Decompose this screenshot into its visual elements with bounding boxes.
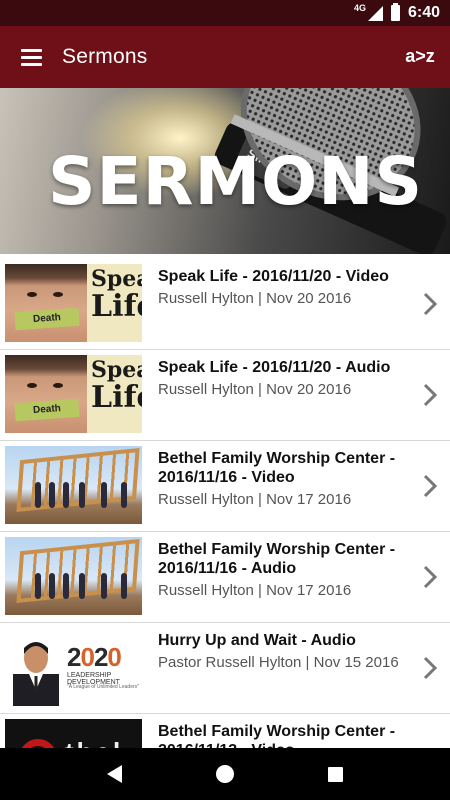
az-sort-icon: a>z [405,45,435,66]
sermon-title: Bethel Family Worship Center - 2016/11/1… [158,541,396,577]
thumbnail-text-speak: Speak [91,357,142,383]
sermon-subtitle: Russell Hylton | Nov 17 2016 [158,491,352,508]
sermon-subtitle: Russell Hylton | Nov 20 2016 [158,381,352,398]
sermon-title: Speak Life - 2016/11/20 - Audio [158,359,391,376]
sermon-thumbnail: Death Speak Life [5,264,142,342]
chevron-right-icon [423,292,438,316]
sermon-title: Speak Life - 2016/11/20 - Video [158,268,389,285]
chevron-right-icon [423,565,438,589]
sermon-thumbnail [5,446,142,524]
sermon-subtitle: Pastor Russell Hylton | Nov 15 2016 [158,654,399,671]
az-sort-button[interactable]: a>z [400,42,440,70]
list-item[interactable]: Death Speak Life Speak Life - 2016/11/20… [0,350,450,441]
sermon-thumbnail: Death Speak Life [5,355,142,433]
thumbnail-text-life: Life [91,289,142,324]
page-title: Sermons [62,45,148,68]
sermon-subtitle: Russell Hylton | Nov 20 2016 [158,290,352,307]
sermon-thumbnail: thel [5,719,142,748]
bethel-logo-icon [19,739,57,748]
clock: 6:40 [407,4,440,21]
thumbnail-text-speak: Speak [91,266,142,292]
nav-home-icon[interactable] [216,765,234,783]
chevron-right-icon [423,656,438,680]
pastor-photo [13,642,59,706]
status-bar: 4G 6:40 [0,0,450,26]
list-item[interactable]: Death Speak Life Speak Life - 2016/11/20… [0,259,450,350]
list-item[interactable]: thel Bethel Family Worship Center - 2016… [0,714,450,748]
hero-banner: SM58 SERMONS [0,88,450,254]
sermon-subtitle: Russell Hylton | Nov 17 2016 [158,582,352,599]
nav-back-icon[interactable] [107,765,122,783]
sermon-title: Bethel Family Worship Center - 2016/11/1… [158,450,396,486]
signal-icon [367,5,383,21]
sermon-title: Hurry Up and Wait - Audio [158,632,356,649]
nav-recents-icon[interactable] [328,766,343,782]
sermon-list: Death Speak Life Speak Life - 2016/11/20… [0,254,450,748]
leadership-logo: 2020 [67,642,122,672]
list-item[interactable]: 2020 LEADERSHIP DEVELOPMENT "A League of… [0,623,450,714]
sermon-title: Bethel Family Worship Center - 2016/11/1… [158,723,396,748]
battery-icon [390,3,400,21]
chevron-right-icon [423,383,438,407]
list-item[interactable]: Bethel Family Worship Center - 2016/11/1… [0,441,450,532]
hamburger-icon[interactable] [0,26,60,88]
sermon-thumbnail [5,537,142,615]
chevron-right-icon [423,474,438,498]
system-nav-bar [0,748,450,800]
network-type: 4G [353,3,366,13]
banner-title: SERMONS [48,143,423,220]
thumbnail-text: thel [65,737,123,748]
app-bar: Sermons a>z [0,26,450,88]
thumbnail-text-life: Life [91,380,142,415]
sermon-thumbnail: 2020 LEADERSHIP DEVELOPMENT "A League of… [5,628,142,706]
list-item[interactable]: Bethel Family Worship Center - 2016/11/1… [0,532,450,623]
logo-tagline: "A League of Unlimited Leaders" [67,684,139,690]
